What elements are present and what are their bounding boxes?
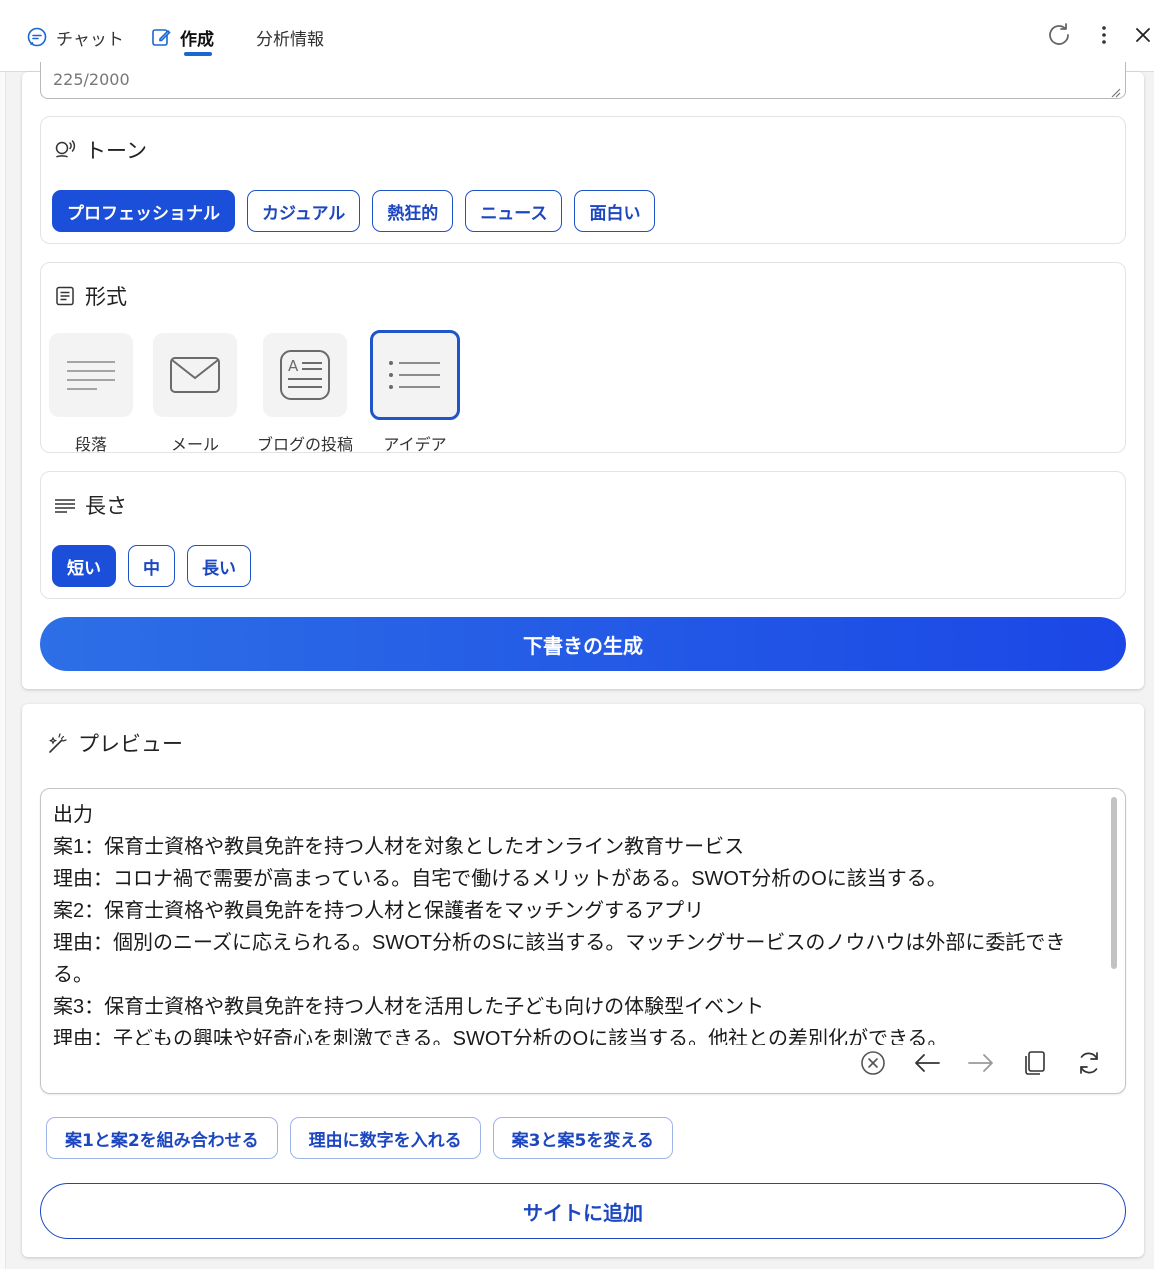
tab-chat-label: チャット (56, 29, 124, 50)
format-title: 形式 (85, 285, 127, 309)
length-options: 短い 中 長い (52, 545, 251, 587)
format-option-ideas[interactable]: アイデア (370, 330, 460, 455)
length-option-medium[interactable]: 中 (128, 545, 175, 587)
compose-icon (150, 26, 172, 48)
svg-text:A: A (288, 357, 299, 375)
paragraph-icon (49, 333, 133, 417)
preview-title: プレビュー (78, 732, 183, 756)
regenerate-icon (1076, 1050, 1102, 1080)
format-section: 形式 段落 メール A ブログの投稿 アイデア (40, 262, 1126, 455)
format-icon (53, 284, 77, 308)
scrollbar[interactable] (1111, 797, 1117, 969)
tone-options: プロフェッショナル カジュアル 熱狂的 ニュース 面白い (52, 190, 656, 232)
close-icon (1134, 26, 1152, 48)
next-button[interactable] (963, 1047, 999, 1083)
tone-section: トーン プロフェッショナル カジュアル 熱狂的 ニュース 面白い (40, 116, 1126, 244)
list-icon (370, 330, 460, 420)
resize-grip-icon[interactable] (1109, 83, 1121, 98)
format-label-ideas: アイデア (383, 435, 447, 454)
tab-compose[interactable]: 作成 (150, 22, 214, 52)
chat-icon (26, 26, 48, 48)
format-heading: 形式 (53, 281, 127, 311)
format-option-email[interactable]: メール (153, 333, 237, 455)
envelope-icon (153, 333, 237, 417)
tone-option-news[interactable]: ニュース (465, 190, 563, 232)
length-icon (53, 493, 77, 517)
output-actions (855, 1047, 1107, 1083)
tab-chat[interactable]: チャット (26, 22, 124, 52)
length-section: 長さ 短い 中 長い (40, 471, 1126, 599)
previous-button[interactable] (909, 1047, 945, 1083)
regenerate-button[interactable] (1071, 1047, 1107, 1083)
length-option-long[interactable]: 長い (187, 545, 251, 587)
tone-option-casual[interactable]: カジュアル (247, 190, 361, 232)
window-edge (0, 72, 6, 1269)
preview-panel: プレビュー 出力 案1：保育士資格や教員免許を持つ人材を対象としたオンライン教育… (22, 704, 1144, 1257)
length-title: 長さ (85, 494, 127, 518)
tone-title: トーン (85, 139, 147, 163)
suggestion-combine-ideas[interactable]: 案1と案2を組み合わせる (46, 1117, 278, 1159)
tone-option-funny[interactable]: 面白い (574, 190, 656, 232)
clear-button[interactable] (855, 1047, 891, 1083)
suggestion-swap-ideas[interactable]: 案3と案5を変える (492, 1117, 673, 1159)
tone-icon (53, 138, 77, 162)
format-label-email: メール (170, 435, 219, 454)
blog-post-icon: A (263, 333, 347, 417)
preview-heading: プレビュー (46, 728, 183, 758)
more-vertical-icon (1101, 25, 1107, 49)
compose-panel: 225/2000 トーン プロフェッショナル カジュアル 熱狂的 ニュース 面白… (22, 62, 1144, 689)
preview-output-text: 出力 案1：保育士資格や教員免許を持つ人材を対象としたオンライン教育サービス 理… (53, 804, 1066, 1045)
preview-output-box[interactable]: 出力 案1：保育士資格や教員免許を持つ人材を対象としたオンライン教育サービス 理… (40, 788, 1126, 1094)
generate-draft-button[interactable]: 下書きの生成 (40, 617, 1126, 671)
tone-option-professional[interactable]: プロフェッショナル (52, 190, 235, 232)
char-counter: 225/2000 (53, 70, 130, 89)
clear-circle-icon (860, 1050, 886, 1080)
copy-button[interactable] (1017, 1047, 1053, 1083)
tone-option-enthusiastic[interactable]: 熱狂的 (372, 190, 454, 232)
tab-insights[interactable]: 分析情報 (256, 22, 324, 52)
length-heading: 長さ (53, 490, 127, 520)
length-option-short[interactable]: 短い (52, 545, 116, 587)
tab-insights-label: 分析情報 (256, 29, 324, 50)
suggestion-chips: 案1と案2を組み合わせる 理由に数字を入れる 案3と案5を変える (46, 1117, 673, 1159)
suggestion-add-numbers[interactable]: 理由に数字を入れる (289, 1117, 481, 1159)
format-label-paragraph: 段落 (74, 435, 107, 454)
active-tab-indicator (184, 52, 212, 56)
format-label-blog-post: ブログの投稿 (256, 435, 353, 454)
more-options-button[interactable] (1089, 22, 1119, 52)
format-option-blog-post[interactable]: A ブログの投稿 (253, 333, 357, 455)
magic-wand-icon (46, 731, 70, 755)
refresh-icon (1045, 21, 1073, 53)
format-option-paragraph[interactable]: 段落 (49, 333, 133, 455)
refresh-button[interactable] (1044, 22, 1074, 52)
tab-compose-label: 作成 (180, 29, 214, 50)
tone-heading: トーン (53, 135, 147, 165)
add-to-site-button[interactable]: サイトに追加 (40, 1183, 1126, 1239)
close-button[interactable] (1132, 22, 1154, 52)
topic-textarea[interactable]: 225/2000 (40, 62, 1126, 99)
arrow-left-icon (913, 1052, 941, 1078)
arrow-right-icon (967, 1052, 995, 1078)
copy-icon (1024, 1050, 1046, 1080)
